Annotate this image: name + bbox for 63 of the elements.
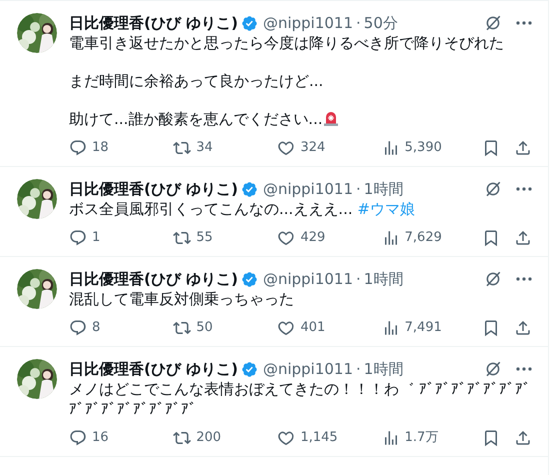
heart-icon[interactable] (277, 429, 296, 447)
tweet-text: 助けて...誰か酸素を恵んでください... (69, 109, 532, 129)
display-name[interactable]: 日比優理香(ひび ゆりこ) (69, 12, 238, 34)
tweet-text: まだ時間に余裕あって良かったけど... (69, 71, 324, 91)
tweet-text: 電車引き返せたかと思ったら今度は降りるべき所で降りそびれた (69, 33, 505, 53)
repost-count: 34 (196, 139, 213, 158)
display-name[interactable]: 日比優理香(ひび ゆりこ) (69, 358, 238, 380)
share-icon[interactable] (514, 139, 532, 157)
views-count: 7,629 (404, 229, 442, 248)
reply-count: 18 (92, 139, 109, 158)
repost-icon[interactable] (173, 429, 192, 447)
repost-icon[interactable] (173, 139, 192, 157)
separator-dot: · (356, 358, 361, 380)
more-icon[interactable] (516, 277, 532, 281)
reply-count: 8 (92, 319, 100, 338)
timestamp[interactable]: 50分 (364, 12, 398, 34)
verified-badge-icon (240, 270, 258, 288)
reply-count: 1 (92, 229, 100, 248)
repost-icon[interactable] (173, 229, 192, 247)
repost-count: 50 (196, 319, 213, 338)
reply-icon[interactable] (69, 319, 87, 337)
share-icon[interactable] (514, 229, 532, 247)
tweet-text: 混乱して電車反対側乗っちゃった (69, 289, 295, 309)
like-count: 1,145 (300, 429, 338, 448)
siren-icon (324, 111, 338, 126)
separator-dot: · (356, 268, 361, 290)
repost-count: 55 (196, 229, 213, 248)
timestamp[interactable]: 1時間 (364, 268, 404, 290)
reply-count: 16 (92, 429, 109, 448)
repost-icon[interactable] (173, 319, 192, 337)
views-count: 7,491 (404, 319, 442, 338)
separator-dot: · (356, 178, 361, 200)
verified-badge-icon (240, 180, 258, 198)
like-count: 401 (300, 319, 326, 338)
more-icon[interactable] (516, 367, 532, 371)
reply-icon[interactable] (69, 429, 87, 447)
reply-icon[interactable] (69, 139, 87, 157)
reply-icon[interactable] (69, 229, 87, 247)
heart-icon[interactable] (277, 139, 296, 157)
verified-badge-icon (240, 14, 258, 32)
heart-icon[interactable] (277, 319, 296, 337)
like-count: 324 (300, 139, 326, 158)
share-icon[interactable] (514, 429, 532, 447)
handle[interactable]: @nippi1011 (262, 268, 353, 290)
more-icon[interactable] (516, 187, 532, 191)
timestamp[interactable]: 1時間 (364, 178, 404, 200)
heart-icon[interactable] (277, 229, 296, 247)
tweet-text: ボス全員風邪引くってこんなの...えええ... #ウマ娘 (69, 199, 416, 219)
share-icon[interactable] (514, 319, 532, 337)
display-name[interactable]: 日比優理香(ひび ゆりこ) (69, 268, 238, 290)
display-name[interactable]: 日比優理香(ひび ゆりこ) (69, 178, 238, 200)
more-icon[interactable] (516, 21, 532, 25)
like-count: 429 (300, 229, 326, 248)
separator-dot: · (356, 12, 361, 34)
timestamp[interactable]: 1時間 (364, 358, 404, 380)
verified-badge-icon (240, 360, 258, 378)
tweet-text: メノはどこでこんな表情おぼえてきたの！！！わ゛ ｱﾞｱﾞｱﾞｱﾞｱﾞｱﾞｱﾞｱﾞｱﾞｱﾞｱﾞｱﾞｱﾞｱﾞｱﾞ (69, 379, 532, 419)
views-count: 5,390 (404, 139, 442, 158)
handle[interactable]: @nippi1011 (262, 12, 353, 34)
handle[interactable]: @nippi1011 (262, 178, 353, 200)
repost-count: 200 (196, 429, 222, 448)
handle[interactable]: @nippi1011 (262, 358, 353, 380)
views-count: 1.7万 (404, 429, 438, 448)
